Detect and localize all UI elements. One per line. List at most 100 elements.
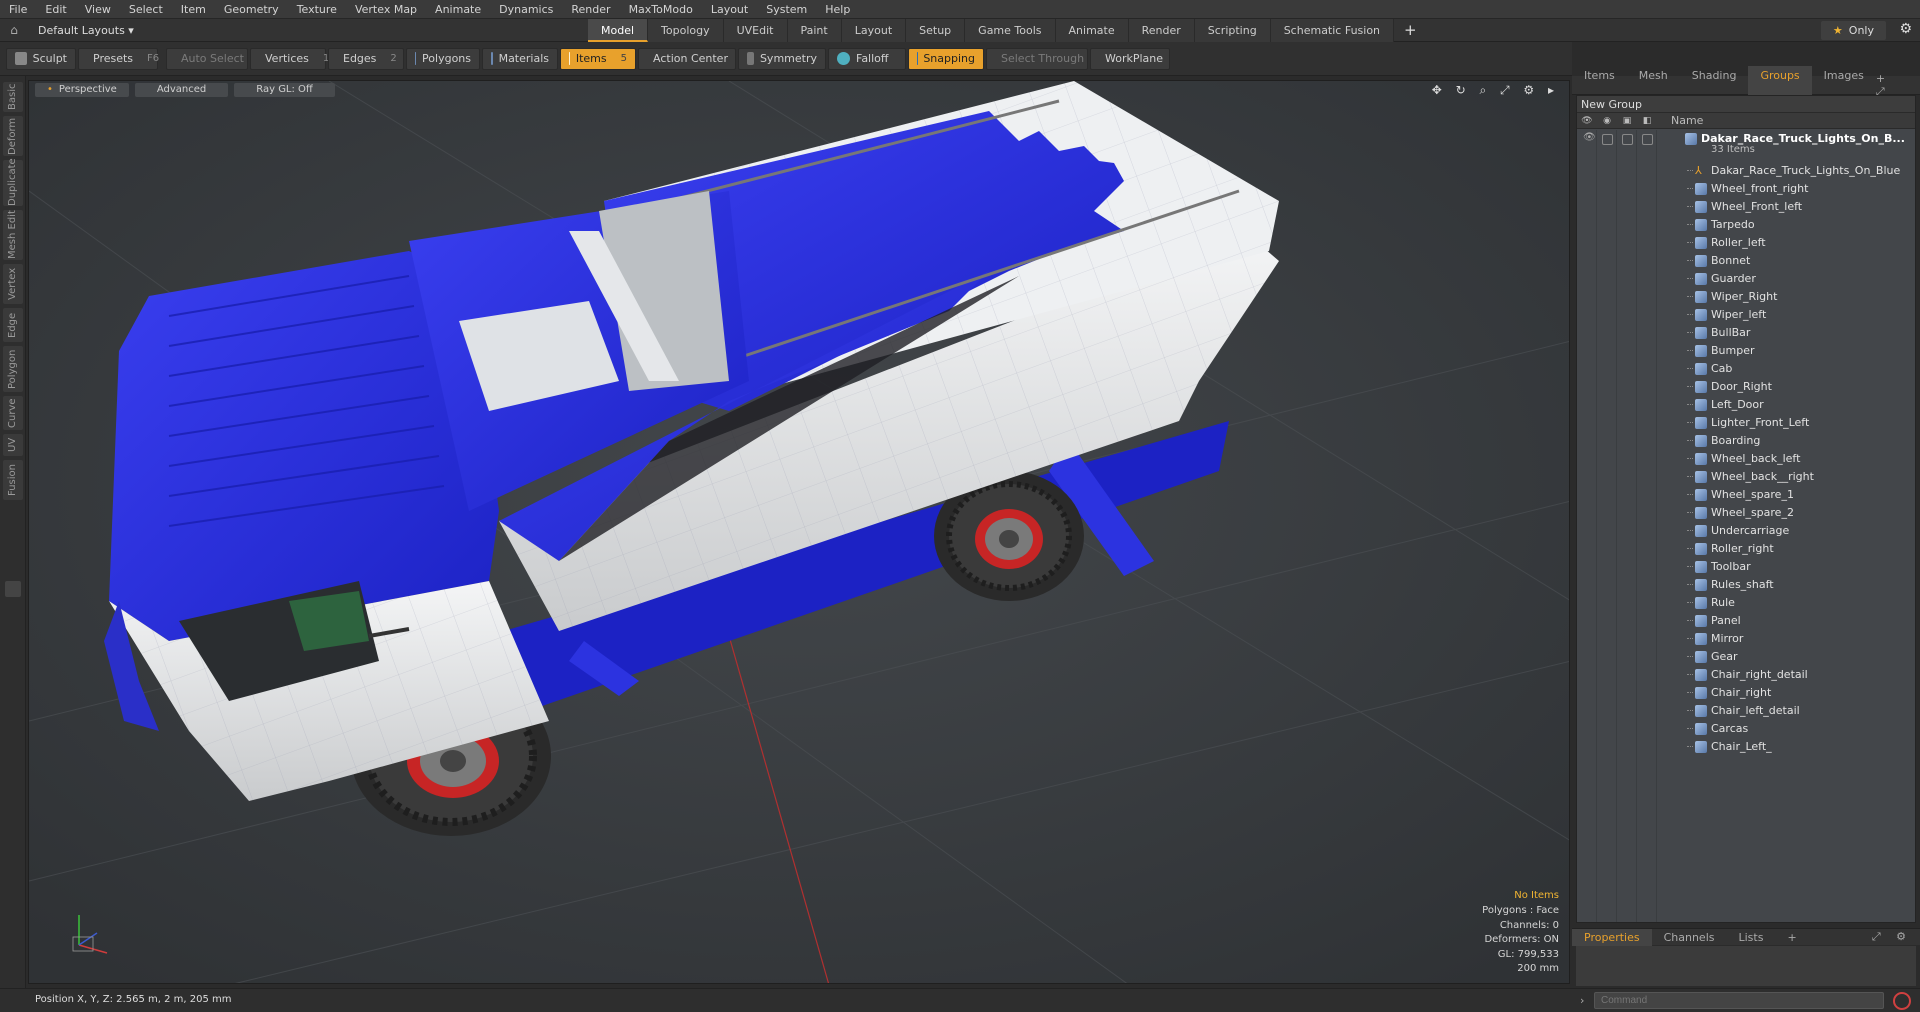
group-item-row[interactable]: Bonnet — [1577, 252, 1915, 270]
only-toggle[interactable]: ★ Only — [1820, 21, 1886, 40]
materials-button[interactable]: Materials — [482, 47, 558, 70]
group-item-row[interactable]: Wheel_spare_2 — [1577, 504, 1915, 522]
snapping-button[interactable]: Snapping — [908, 47, 984, 70]
default-layouts-dropdown[interactable]: Default Layouts ▾ — [28, 24, 588, 37]
items-button[interactable]: Items 5 — [560, 47, 636, 70]
group-item-row[interactable]: Wheel_back__right — [1577, 468, 1915, 486]
vertices-button[interactable]: Vertices 1 — [250, 47, 329, 70]
menu-animate[interactable]: Animate — [426, 0, 490, 19]
render-toggle[interactable] — [1602, 134, 1613, 145]
menu-render[interactable]: Render — [562, 0, 619, 19]
toolbox-tab-uv[interactable]: UV — [3, 434, 23, 456]
toolbox-tab-duplicate[interactable]: Duplicate — [3, 158, 23, 206]
group-item-row[interactable]: Wheel_spare_1 — [1577, 486, 1915, 504]
polygons-button[interactable]: Polygons — [406, 47, 480, 70]
action-center-button[interactable]: Action Center — [638, 47, 736, 70]
group-item-row[interactable]: Chair_right_detail — [1577, 666, 1915, 684]
3d-viewport[interactable]: • Perspective Advanced Ray GL: Off ✥ ↻ ⌕ … — [28, 80, 1570, 984]
record-icon[interactable] — [1893, 992, 1911, 1010]
eye-icon[interactable]: 👁 — [1583, 132, 1596, 143]
view-type-button[interactable]: • Perspective — [35, 83, 129, 97]
group-item-row[interactable]: Boarding — [1577, 432, 1915, 450]
visibility-column-icon[interactable]: 👁 — [1577, 116, 1597, 126]
tab-schematic-fusion[interactable]: Schematic Fusion — [1270, 18, 1395, 42]
toolbox-tab-vertex[interactable]: Vertex — [3, 264, 23, 304]
group-item-row[interactable]: Rule — [1577, 594, 1915, 612]
group-item-row[interactable]: Bumper — [1577, 342, 1915, 360]
menu-dynamics[interactable]: Dynamics — [490, 0, 562, 19]
group-item-row[interactable]: Cab — [1577, 360, 1915, 378]
menu-file[interactable]: File — [0, 0, 36, 19]
toolbox-tab-edge[interactable]: Edge — [3, 308, 23, 342]
tab-topology[interactable]: Topology — [648, 18, 724, 42]
home-icon[interactable]: ⌂ — [0, 23, 28, 37]
command-input[interactable] — [1594, 992, 1884, 1009]
group-item-row[interactable]: BullBar — [1577, 324, 1915, 342]
tab-paint[interactable]: Paint — [787, 18, 842, 42]
toolbox-tab-mesh-edit[interactable]: Mesh Edit — [3, 210, 23, 260]
panel-controls-icon[interactable]: ⤢ ⚙ — [1872, 930, 1920, 944]
group-item-row[interactable]: Wiper_Right — [1577, 288, 1915, 306]
group-item-row[interactable]: ⅄ Dakar_Race_Truck_Lights_On_Blue — [1577, 162, 1915, 180]
group-item-row[interactable]: Chair_right — [1577, 684, 1915, 702]
shading-button[interactable]: Advanced — [134, 83, 229, 97]
group-item-row[interactable]: Left_Door — [1577, 396, 1915, 414]
group-item-row[interactable]: Roller_right — [1577, 540, 1915, 558]
presets-button[interactable]: Presets F6 — [78, 47, 159, 70]
group-item-row[interactable]: Toolbar — [1577, 558, 1915, 576]
group-item-row[interactable]: Panel — [1577, 612, 1915, 630]
toolbox-tab-curve[interactable]: Curve — [3, 396, 23, 430]
group-item-row[interactable]: Mirror — [1577, 630, 1915, 648]
menu-select[interactable]: Select — [120, 0, 172, 19]
tab-render[interactable]: Render — [1128, 18, 1195, 42]
group-item-row[interactable]: Lighter_Front_Left — [1577, 414, 1915, 432]
auto-select-button[interactable]: Auto Select — [166, 47, 248, 70]
symmetry-button[interactable]: Symmetry — [738, 47, 826, 70]
new-group-button[interactable]: New Group — [1577, 96, 1915, 113]
group-row[interactable]: 👁 Dakar_Race_Truck_Lights_On_B... 33 Ite… — [1577, 130, 1915, 155]
lock-toggle[interactable] — [1622, 134, 1633, 145]
group-item-row[interactable]: Tarpedo — [1577, 216, 1915, 234]
group-item-row[interactable]: Wiper_left — [1577, 306, 1915, 324]
tab-animate[interactable]: Animate — [1055, 18, 1129, 42]
toolbox-tab-fusion[interactable]: Fusion — [3, 460, 23, 500]
group-item-row[interactable]: Undercarriage — [1577, 522, 1915, 540]
raygl-button[interactable]: Ray GL: Off — [234, 83, 335, 97]
viewport-nav-icons[interactable]: ✥ ↻ ⌕ ⤢ ⚙ ▸ — [1432, 83, 1559, 98]
menu-view[interactable]: View — [76, 0, 120, 19]
render-column-icon[interactable]: ◉ — [1597, 116, 1617, 126]
group-item-row[interactable]: Gear — [1577, 648, 1915, 666]
bottom-tab-properties[interactable]: Properties — [1572, 928, 1652, 946]
edges-button[interactable]: Edges 2 — [328, 47, 404, 70]
menu-system[interactable]: System — [757, 0, 816, 19]
sculpt-button[interactable]: Sculpt — [6, 47, 76, 70]
bottom-tab-lists[interactable]: Lists — [1727, 929, 1776, 946]
menu-help[interactable]: Help — [816, 0, 859, 19]
falloff-button[interactable]: Falloff — [828, 47, 906, 70]
group-item-row[interactable]: Wheel_Front_left — [1577, 198, 1915, 216]
select-through-button[interactable]: Select Through — [986, 47, 1088, 70]
group-item-row[interactable]: Chair_Left_ — [1577, 738, 1915, 756]
group-item-row[interactable]: Wheel_back_left — [1577, 450, 1915, 468]
group-item-row[interactable]: Door_Right — [1577, 378, 1915, 396]
group-item-row[interactable]: Carcas — [1577, 720, 1915, 738]
tab-scripting[interactable]: Scripting — [1194, 18, 1271, 42]
group-item-row[interactable]: Chair_left_detail — [1577, 702, 1915, 720]
add-tab-icon[interactable]: + — [1394, 19, 1427, 42]
add-bottom-tab-icon[interactable]: + — [1775, 929, 1808, 946]
select-column-icon[interactable]: ◧ — [1637, 116, 1657, 126]
menu-texture[interactable]: Texture — [288, 0, 346, 19]
menu-edit[interactable]: Edit — [36, 0, 75, 19]
tab-game-tools[interactable]: Game Tools — [965, 18, 1056, 42]
bottom-tab-channels[interactable]: Channels — [1652, 929, 1727, 946]
tab-layout[interactable]: Layout — [841, 18, 907, 42]
menu-geometry[interactable]: Geometry — [215, 0, 288, 19]
tab-setup[interactable]: Setup — [906, 18, 966, 42]
menu-layout[interactable]: Layout — [702, 0, 757, 19]
select-toggle[interactable] — [1642, 134, 1653, 145]
toolbox-tab-basic[interactable]: Basic — [3, 82, 23, 112]
tab-uvedit[interactable]: UVEdit — [723, 18, 788, 42]
group-item-row[interactable]: Guarder — [1577, 270, 1915, 288]
menu-vertex-map[interactable]: Vertex Map — [346, 0, 426, 19]
toolbox-tab-polygon[interactable]: Polygon — [3, 346, 23, 392]
